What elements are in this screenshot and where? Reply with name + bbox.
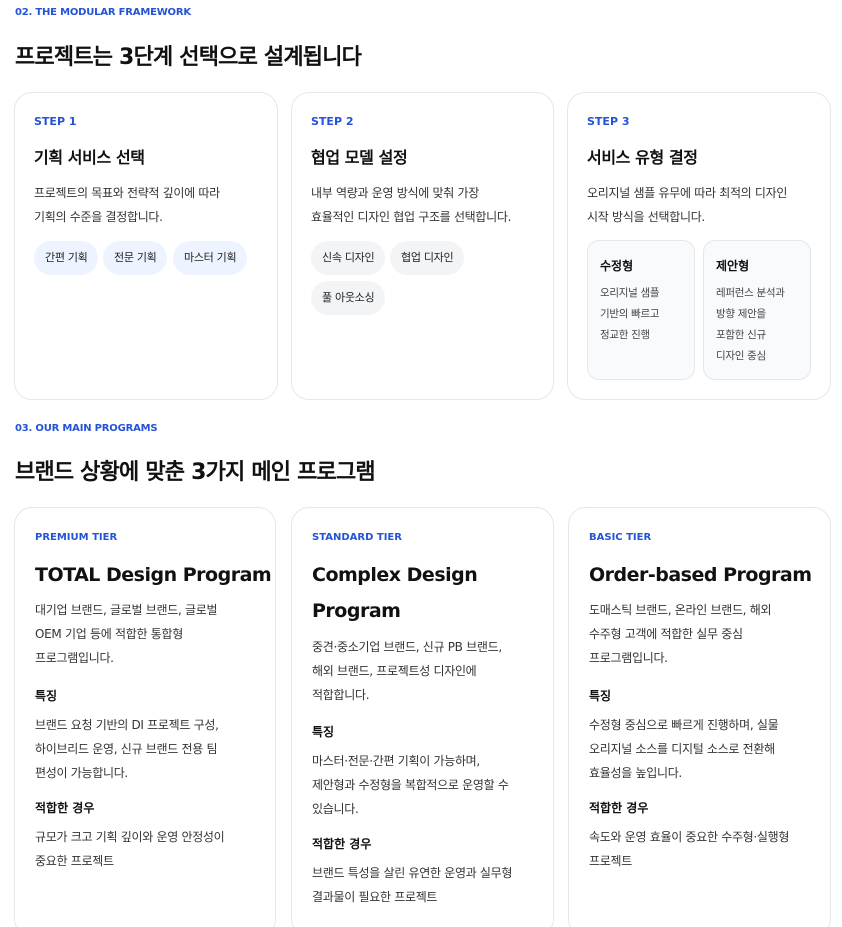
fit-text: 속도와 운영 효율이 중요한 수주형·실행형 프로젝트 <box>589 830 790 868</box>
type-title: 수정형 <box>600 259 634 273</box>
feature-heading: 특징 <box>589 689 612 703</box>
step-description: 프로젝트의 목표와 전략적 깊이에 따라 기획의 수준을 결정합니다. <box>34 186 220 224</box>
step-description: 오리지널 샘플 유무에 따라 최적의 디자인 시작 방식을 선택합니다. <box>587 186 788 224</box>
program-title: Complex Design Program <box>312 564 478 622</box>
option-pill-rapid-design[interactable]: 신속 디자인 <box>311 241 386 275</box>
program-card-standard: STANDARD TIER Complex Design Program 중견·… <box>291 507 554 927</box>
section-title-programs: 브랜드 상황에 맞춘 3가지 메인 프로그램 <box>15 460 376 485</box>
step-title: 서비스 유형 결정 <box>587 148 698 167</box>
option-pill-full-outsourcing[interactable]: 풀 아웃소싱 <box>311 281 386 315</box>
step-label: STEP 2 <box>311 115 354 128</box>
step-title: 기획 서비스 선택 <box>34 148 145 167</box>
program-description: 도매스틱 브랜드, 온라인 브랜드, 해외 수주형 고객에 적합한 실무 중심 … <box>589 603 772 665</box>
section-title-framework: 프로젝트는 3단계 선택으로 설계됩니다 <box>15 45 362 70</box>
tier-label: BASIC TIER <box>589 532 652 543</box>
program-description: 중견·중소기업 브랜드, 신규 PB 브랜드, 해외 브랜드, 프로젝트성 디자… <box>312 640 502 702</box>
step-label: STEP 3 <box>587 115 630 128</box>
option-pill-collab-design[interactable]: 협업 디자인 <box>390 241 465 275</box>
fit-heading: 적합한 경우 <box>589 801 649 815</box>
option-pill-expert-planning[interactable]: 전문 기획 <box>103 241 168 275</box>
fit-text: 규모가 크고 기획 깊이와 운영 안정성이 중요한 프로젝트 <box>35 830 225 868</box>
tier-label: PREMIUM TIER <box>35 532 118 543</box>
fit-text: 브랜드 특성을 살린 유연한 운영과 실무형 결과물이 필요한 프로젝트 <box>312 866 513 904</box>
feature-text: 브랜드 요청 기반의 DI 프로젝트 구성, 하이브리드 운영, 신규 브랜드 … <box>35 718 219 780</box>
step-card-1: STEP 1 기획 서비스 선택 프로젝트의 목표와 전략적 깊이에 따라 기획… <box>14 92 278 400</box>
feature-text: 수정형 중심으로 빠르게 진행하며, 실물 오리지널 소스를 디지털 소스로 전… <box>589 718 779 780</box>
fit-heading: 적합한 경우 <box>312 837 372 851</box>
type-description: 레퍼런스 분석과 방향 제안을 포함한 신규 디자인 중심 <box>716 287 785 362</box>
fit-heading: 적합한 경우 <box>35 801 95 815</box>
step-label: STEP 1 <box>34 115 77 128</box>
type-card-revision[interactable]: 수정형 오리지널 샘플 기반의 빠르고 정교한 진행 <box>587 240 695 380</box>
program-description: 대기업 브랜드, 글로벌 브랜드, 글로벌 OEM 기업 등에 적합한 통합형 … <box>35 603 218 665</box>
step-description: 내부 역량과 운영 방식에 맞춰 가장 효율적인 디자인 협업 구조를 선택합니… <box>311 186 512 224</box>
feature-heading: 특징 <box>35 689 58 703</box>
step-card-3: STEP 3 서비스 유형 결정 오리지널 샘플 유무에 따라 최적의 디자인 … <box>567 92 831 400</box>
feature-text: 마스터·전문·간편 기획이 가능하며, 제안형과 수정형을 복합적으로 운영할 … <box>312 754 509 816</box>
type-card-proposal[interactable]: 제안형 레퍼런스 분석과 방향 제안을 포함한 신규 디자인 중심 <box>703 240 811 380</box>
step-card-2: STEP 2 협업 모델 설정 내부 역량과 운영 방식에 맞춰 가장 효율적인… <box>291 92 554 400</box>
step-title: 협업 모델 설정 <box>311 148 408 167</box>
program-title: Order-based Program <box>589 564 812 586</box>
option-pill-simple-planning[interactable]: 간편 기획 <box>34 241 99 275</box>
program-card-premium: PREMIUM TIER TOTAL Design Program 대기업 브랜… <box>14 507 276 927</box>
tier-label: STANDARD TIER <box>312 532 402 543</box>
section-eyebrow-framework: 02. THE MODULAR FRAMEWORK <box>15 7 191 18</box>
program-title: TOTAL Design Program <box>35 564 272 586</box>
feature-heading: 특징 <box>312 725 335 739</box>
program-card-basic: BASIC TIER Order-based Program 도매스틱 브랜드,… <box>568 507 831 927</box>
type-description: 오리지널 샘플 기반의 빠르고 정교한 진행 <box>600 287 660 341</box>
option-pill-master-planning[interactable]: 마스터 기획 <box>173 241 248 275</box>
type-title: 제안형 <box>716 259 750 273</box>
section-eyebrow-programs: 03. OUR MAIN PROGRAMS <box>15 423 158 434</box>
